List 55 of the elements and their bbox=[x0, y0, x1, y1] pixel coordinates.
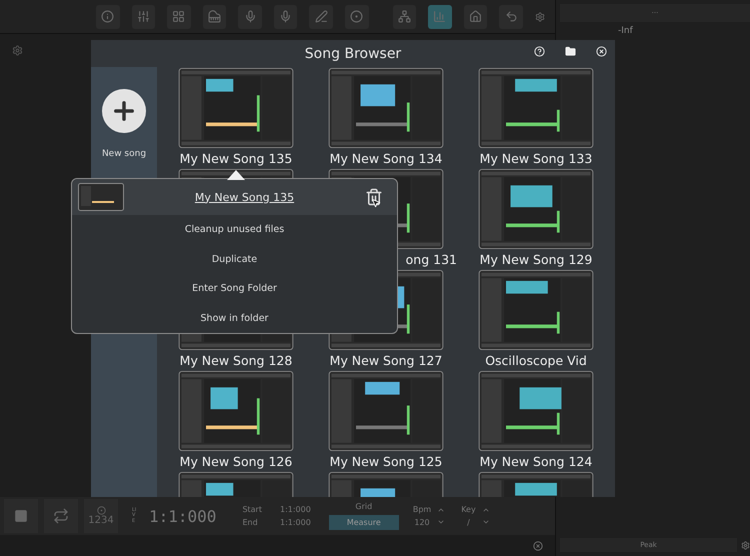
trash-icon[interactable] bbox=[365, 188, 383, 206]
count-in-label: 1234 bbox=[88, 515, 114, 526]
pointer-icon bbox=[227, 170, 245, 180]
pen-icon[interactable] bbox=[309, 4, 334, 28]
piano-icon[interactable] bbox=[202, 4, 226, 28]
end-label: End bbox=[242, 518, 259, 527]
song-title[interactable]: My New Song 127 bbox=[330, 353, 442, 368]
new-song-label[interactable]: New song bbox=[102, 149, 146, 159]
position-display: 1:1:000 bbox=[149, 506, 216, 526]
help-icon[interactable] bbox=[534, 46, 545, 57]
down-icon[interactable] bbox=[437, 518, 446, 526]
sliders-icon[interactable] bbox=[132, 4, 156, 28]
menu-item[interactable]: Cleanup unused files bbox=[72, 215, 397, 244]
stop-icon bbox=[14, 509, 28, 523]
song-title[interactable]: My New Song 129 bbox=[480, 252, 592, 267]
loop-icon bbox=[53, 508, 69, 524]
network-icon[interactable] bbox=[392, 4, 416, 28]
grid-icon[interactable] bbox=[167, 4, 191, 28]
up-icon[interactable] bbox=[482, 506, 490, 514]
home-icon[interactable] bbox=[464, 4, 488, 28]
song-title[interactable]: Oscilloscope Vid bbox=[485, 353, 587, 368]
level-reading: -Inf bbox=[618, 26, 634, 36]
song-title[interactable]: My New Song 133 bbox=[480, 151, 592, 166]
menu-item[interactable]: Duplicate bbox=[72, 244, 397, 274]
key-label: Key bbox=[461, 505, 476, 514]
start-label: Start bbox=[242, 505, 262, 514]
bpm-label: Bpm bbox=[412, 505, 432, 514]
up-icon[interactable] bbox=[437, 506, 446, 514]
stop-button[interactable] bbox=[4, 499, 38, 533]
screenshot-thumbnail bbox=[78, 183, 124, 211]
folder-icon[interactable] bbox=[565, 46, 576, 57]
song-title[interactable]: My New Song 126 bbox=[180, 454, 292, 469]
down-icon[interactable] bbox=[482, 518, 490, 526]
settings-icon[interactable] bbox=[534, 10, 546, 22]
song-title[interactable]: My New Song 135 bbox=[180, 151, 292, 166]
undo-icon[interactable] bbox=[499, 4, 523, 28]
microphone-icon[interactable] bbox=[274, 4, 298, 28]
dialog-title: Song Browser bbox=[304, 46, 402, 62]
song-title[interactable]: My New Song 128 bbox=[180, 353, 292, 368]
song-title[interactable]: My New Song 124 bbox=[480, 454, 592, 469]
song-title[interactable]: ong 131 bbox=[406, 252, 457, 267]
menu-item[interactable]: Show in folder bbox=[72, 304, 397, 333]
record-icon bbox=[96, 506, 106, 515]
bar-chart-icon[interactable] bbox=[428, 4, 452, 28]
grid-label: Grid bbox=[355, 502, 372, 511]
song-title[interactable]: My New Song 125 bbox=[330, 454, 442, 469]
info-icon[interactable] bbox=[96, 4, 120, 28]
cursor-icon bbox=[371, 198, 381, 208]
song-title[interactable]: My New Song 134 bbox=[330, 151, 442, 166]
settings-icon[interactable] bbox=[12, 45, 23, 56]
menu-item[interactable]: Enter Song Folder bbox=[72, 274, 397, 304]
loop-button[interactable] bbox=[44, 499, 78, 533]
settings-icon[interactable] bbox=[741, 540, 750, 550]
new-song-button[interactable] bbox=[102, 89, 146, 133]
microphone-icon[interactable] bbox=[238, 4, 262, 28]
